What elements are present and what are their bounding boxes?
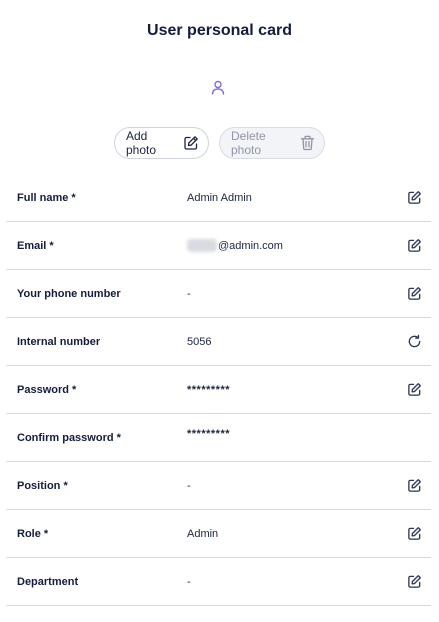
field-value: Admin xyxy=(187,527,219,540)
field-label: Internal number xyxy=(17,335,101,348)
edit-position-button[interactable] xyxy=(405,477,423,495)
field-position: Position * - xyxy=(6,462,431,510)
field-role: Role * Admin xyxy=(6,510,431,558)
field-label: Department xyxy=(17,575,79,588)
trash-icon xyxy=(300,135,315,151)
edit-icon xyxy=(407,239,421,252)
field-label: Position * xyxy=(17,479,68,492)
user-icon xyxy=(211,80,225,95)
regenerate-internal-number-button[interactable] xyxy=(405,333,423,351)
edit-icon xyxy=(407,575,421,588)
edit-icon xyxy=(407,479,421,492)
field-value: @admin.com xyxy=(218,239,283,252)
field-password: Password * ********* xyxy=(6,366,431,414)
add-photo-button[interactable]: Add photo xyxy=(114,127,209,159)
field-phone: Your phone number - xyxy=(6,270,431,318)
avatar xyxy=(210,79,226,95)
field-label: Email * xyxy=(17,239,54,252)
edit-department-button[interactable] xyxy=(405,573,423,591)
edit-phone-button[interactable] xyxy=(405,285,423,303)
field-full-name: Full name * Admin Admin xyxy=(6,174,431,222)
add-photo-label: Add photo xyxy=(126,129,157,157)
refresh-icon xyxy=(408,334,420,348)
field-email: Email * @admin.com xyxy=(6,222,431,270)
field-value: ********* xyxy=(187,383,231,396)
delete-photo-button[interactable]: Delete photo xyxy=(219,127,325,159)
edit-icon xyxy=(184,136,198,150)
field-label: Your phone number xyxy=(17,287,121,300)
user-fields-list: Full name * Admin Admin Email * @admin.c… xyxy=(6,174,431,606)
field-value: ********* xyxy=(187,428,231,440)
edit-password-button[interactable] xyxy=(405,381,423,399)
field-label: Confirm password * xyxy=(17,431,121,444)
edit-email-button[interactable] xyxy=(405,237,423,255)
field-value: - xyxy=(187,287,191,300)
field-label: Role * xyxy=(17,527,49,540)
field-department: Department - xyxy=(6,558,431,606)
edit-full-name-button[interactable] xyxy=(405,189,423,207)
field-value: - xyxy=(187,479,191,492)
field-internal-number: Internal number 5056 xyxy=(6,318,431,366)
field-confirm-password: Confirm password * ********* xyxy=(6,414,431,462)
edit-role-button[interactable] xyxy=(405,525,423,543)
edit-icon xyxy=(407,527,421,540)
edit-icon xyxy=(407,287,421,300)
edit-icon xyxy=(407,383,421,396)
delete-photo-label: Delete photo xyxy=(231,129,266,157)
redacted-text xyxy=(187,239,217,252)
field-label: Password * xyxy=(17,383,77,396)
field-value: 5056 xyxy=(187,335,212,348)
photo-actions: Add photo Delete photo xyxy=(0,127,439,159)
field-value-wrapper: @admin.com xyxy=(187,239,283,252)
field-label: Full name * xyxy=(17,191,76,204)
field-value: - xyxy=(187,575,191,588)
edit-icon xyxy=(407,191,421,204)
page-title: User personal card xyxy=(147,22,292,39)
field-value: Admin Admin xyxy=(187,191,252,204)
